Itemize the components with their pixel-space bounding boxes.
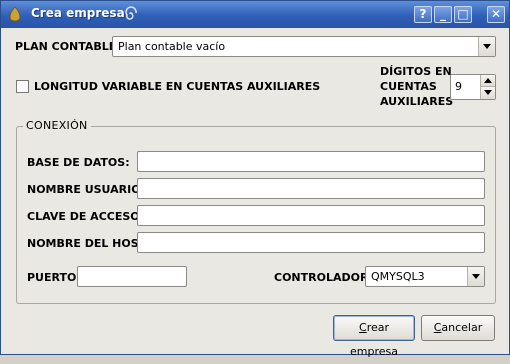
close-button[interactable]: ✕ [487, 6, 505, 23]
base-datos-label: BASE DE DATOS: [27, 156, 130, 169]
maximize-button[interactable]: □ [454, 6, 472, 23]
cancelar-button[interactable]: Cancelar [421, 315, 495, 341]
plan-contable-value: Plan contable vacío [118, 40, 226, 53]
digitos-value: 9 [455, 80, 462, 93]
digitos-spinbox[interactable]: 9 [450, 74, 496, 100]
plan-contable-dropdown-button[interactable] [478, 37, 495, 56]
crear-empresa-label: rear empresa [350, 321, 398, 358]
chevron-down-icon [472, 274, 480, 279]
help-button[interactable]: ? [414, 6, 432, 23]
base-datos-field[interactable] [137, 151, 485, 172]
help-icon: ? [419, 7, 427, 21]
nombre-host-field[interactable] [137, 232, 485, 253]
title-bar[interactable]: Crea empresa ? _ □ ✕ [1, 1, 509, 28]
conexion-title: CONEXIÓN [23, 119, 91, 132]
crear-empresa-mnemonic: C [359, 321, 367, 334]
app-icon [9, 6, 21, 22]
spiral-icon [125, 6, 137, 20]
controlador-dropdown-button[interactable] [467, 267, 484, 286]
clave-acceso-field[interactable] [137, 205, 485, 226]
nombre-usuario-field[interactable] [137, 178, 485, 199]
close-icon: ✕ [490, 7, 502, 21]
plan-contable-combo[interactable]: Plan contable vacío [112, 36, 496, 57]
minimize-icon: _ [440, 7, 446, 21]
maximize-icon: □ [457, 7, 469, 21]
controlador-label: CONTROLADOR: [274, 271, 373, 284]
spin-down-button[interactable] [480, 87, 495, 99]
controlador-value: QMYSQL3 [371, 270, 425, 283]
chevron-down-icon [484, 90, 492, 95]
digitos-label-line3: AUXILIARES [380, 95, 454, 108]
cancelar-label: ancelar [441, 321, 483, 334]
longitud-variable-checkbox[interactable] [16, 80, 29, 93]
controlador-combo[interactable]: QMYSQL3 [365, 266, 485, 287]
minimize-button[interactable]: _ [434, 6, 452, 23]
window-title: Crea empresa [31, 6, 125, 20]
plan-contable-label: PLAN CONTABLE: [15, 40, 121, 53]
clave-acceso-label: CLAVE DE ACCESO: [27, 210, 145, 223]
spin-up-button[interactable] [480, 75, 495, 87]
chevron-up-icon [484, 78, 492, 83]
nombre-host-label: NOMBRE DEL HOST: [27, 237, 150, 250]
puerto-label: PUERTO: [27, 271, 81, 284]
nombre-usuario-label: NOMBRE USUARIO: [27, 183, 145, 196]
crea-empresa-dialog: Crea empresa ? _ □ ✕ PLAN CONTABLE: Plan… [0, 0, 510, 358]
chevron-down-icon [483, 44, 491, 49]
puerto-field[interactable] [77, 266, 187, 287]
digitos-label-line1: DÍGITOS EN [380, 65, 452, 78]
longitud-variable-label[interactable]: LONGITUD VARIABLE EN CUENTAS AUXILIARES [34, 80, 320, 93]
crear-empresa-button[interactable]: Crear empresa [333, 315, 415, 358]
digitos-label-line2: CUENTAS [380, 80, 437, 93]
